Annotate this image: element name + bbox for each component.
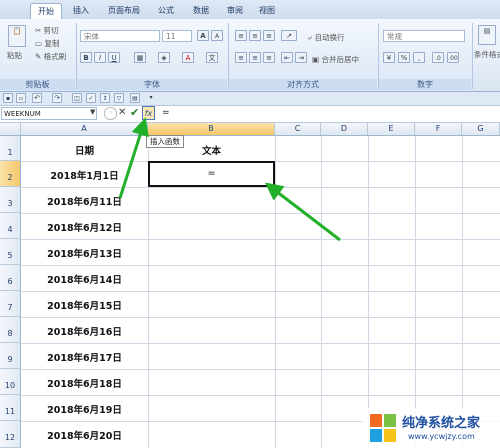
arrow-to-active-cell <box>264 182 341 242</box>
watermark-url: www.ycwjzy.com <box>408 432 475 441</box>
arrow-to-fx-button <box>118 117 149 199</box>
watermark-logo: 纯净系统之家 www.ycwjzy.com <box>362 408 500 448</box>
annotation-arrows <box>118 117 341 242</box>
watermark-title: 纯净系统之家 <box>402 416 481 431</box>
watermark-icon <box>370 414 396 442</box>
